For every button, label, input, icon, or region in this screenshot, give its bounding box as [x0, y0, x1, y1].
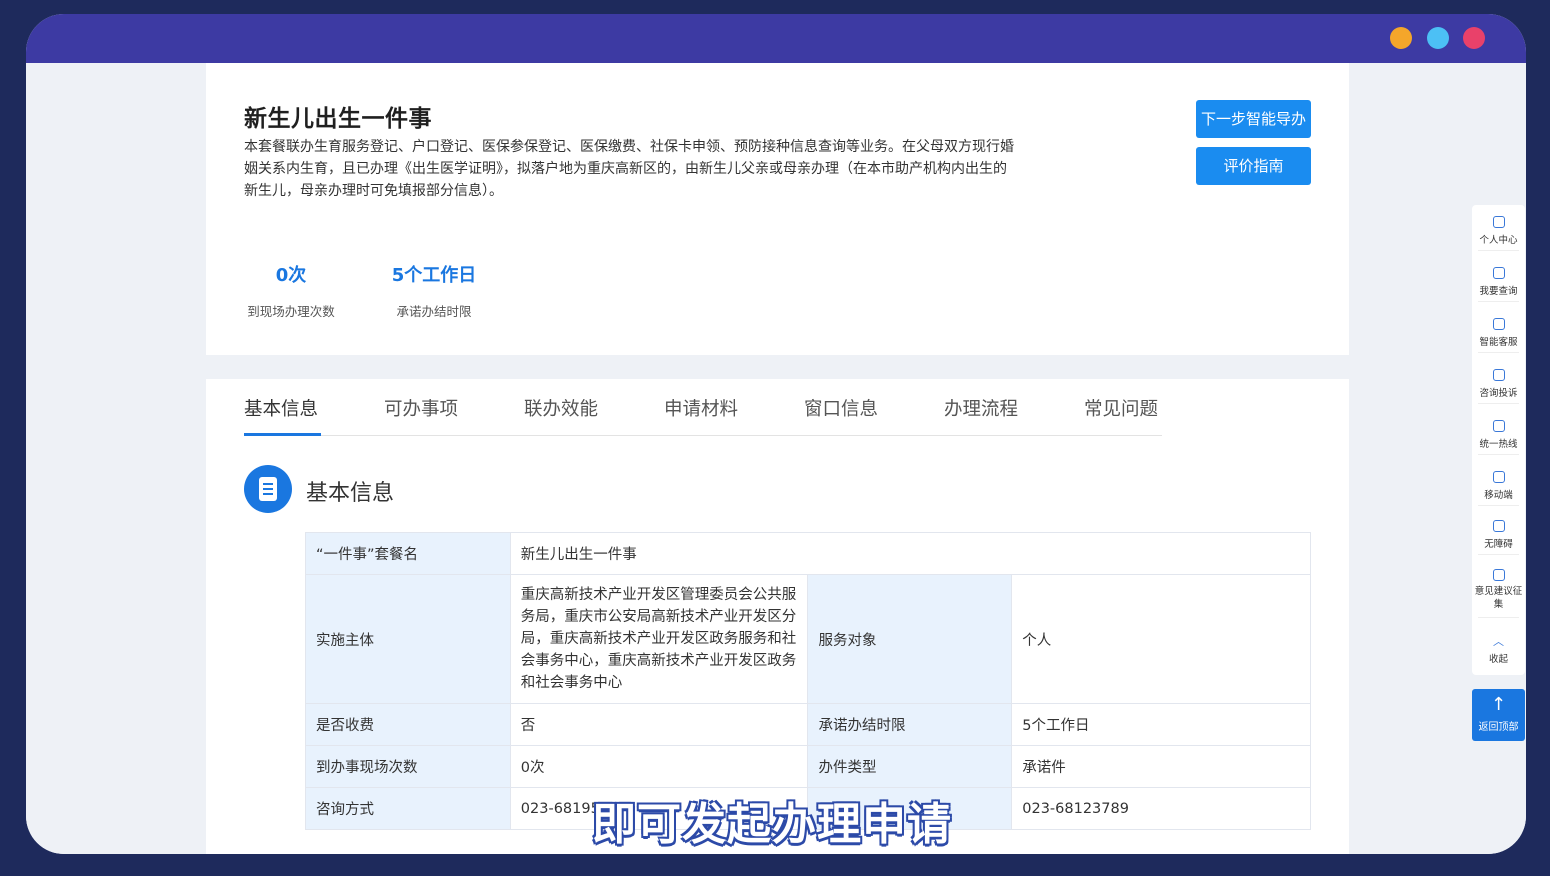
deadline-value: 5个工作日	[1011, 703, 1311, 746]
rail-item-accessibility[interactable]: 无障碍	[1472, 520, 1525, 550]
stat-visits-label: 到现场办理次数	[247, 304, 335, 319]
deadline-label: 承诺办结时限	[807, 703, 1013, 746]
rail-item-feedback[interactable]: 意见建议征集	[1472, 569, 1525, 611]
rail-item-query[interactable]: 我要查询	[1472, 267, 1525, 297]
back-to-top-button[interactable]: ↑ 返回顶部	[1472, 689, 1525, 741]
stat-visits: 0次 到现场办理次数	[244, 261, 338, 320]
impl-label: 实施主体	[305, 574, 511, 704]
visits-value: 0次	[509, 745, 809, 788]
visits-label: 到办事现场次数	[305, 745, 511, 788]
video-subtitle: 即可发起办理申请	[592, 799, 952, 850]
tab-joint-efficiency[interactable]: 联办效能	[524, 395, 598, 421]
page-description: 本套餐联办生育服务登记、户口登记、医保参保登记、医保缴费、社保卡申领、预防接种信…	[244, 139, 1014, 199]
rail-item-complaint[interactable]: 咨询投诉	[1472, 369, 1525, 399]
page-title: 新生儿出生一件事	[244, 106, 432, 132]
active-tab-indicator	[244, 433, 321, 436]
detail-card: 基本信息 可办事项 联办效能 申请材料 窗口信息 办理流程 常见问题 基本信息	[206, 379, 1349, 854]
impl-value: 重庆高新技术产业开发区管理委员会公共服务局，重庆市公安局高新技术产业开发区分局，…	[520, 587, 797, 691]
table-row: 到办事现场次数 0次 办件类型 承诺件	[305, 745, 1311, 788]
arrow-up-icon: ↑	[1490, 694, 1507, 715]
page-viewport: 新生儿出生一件事 本套餐联办生育服务登记、户口登记、医保参保登记、医保缴费、社保…	[26, 63, 1526, 854]
fee-label: 是否收费	[305, 703, 511, 746]
tab-bar: 基本信息 可办事项 联办效能 申请材料 窗口信息 办理流程 常见问题	[244, 379, 1162, 436]
basic-info-table: “一件事”套餐名 新生儿出生一件事 实施主体 重庆高新技术产业开发区管理委员会公…	[305, 532, 1312, 830]
target-label: 服务对象	[807, 574, 1013, 704]
stat-deadline-label: 承诺办结时限	[396, 304, 472, 319]
rail-item-hotline[interactable]: 统一热线	[1472, 420, 1525, 450]
chevron-up-icon: ︿	[1493, 635, 1504, 648]
table-row: 实施主体 重庆高新技术产业开发区管理委员会公共服务局，重庆市公安局高新技术产业开…	[305, 574, 1311, 704]
tab-process[interactable]: 办理流程	[944, 395, 1018, 421]
rail-item-collapse[interactable]: ︿ 收起	[1472, 633, 1525, 665]
phone-icon	[1492, 420, 1505, 432]
rail-item-personal-center[interactable]: 个人中心	[1472, 216, 1525, 246]
side-tool-rail: 个人中心 我要查询 智能客服 咨询投诉 统一热线 移动端 无障碍 意见建议征集 …	[1472, 205, 1525, 675]
table-row: “一件事”套餐名 新生儿出生一件事	[305, 532, 1312, 575]
rail-item-mobile[interactable]: 移动端	[1472, 471, 1525, 501]
package-name-label: “一件事”套餐名	[305, 532, 511, 575]
phone-value: 023-68123789	[1011, 787, 1311, 830]
smart-guide-button[interactable]: 下一步智能导办	[1196, 100, 1311, 138]
target-value: 个人	[1011, 574, 1311, 704]
stat-visits-value: 0次	[275, 265, 307, 286]
table-row: 是否收费 否 承诺办结时限 5个工作日	[305, 703, 1311, 746]
tab-materials[interactable]: 申请材料	[664, 395, 738, 421]
accessibility-icon	[1492, 520, 1505, 532]
fee-value: 否	[509, 703, 809, 746]
package-name-value: 新生儿出生一件事	[509, 532, 1312, 575]
user-icon	[1492, 216, 1505, 228]
rail-item-smart-service[interactable]: 智能客服	[1472, 318, 1525, 348]
document-icon	[244, 465, 292, 513]
type-label: 办件类型	[807, 745, 1013, 788]
stat-deadline: 5个工作日 承诺办结时限	[389, 261, 479, 320]
edit-icon	[1492, 369, 1505, 381]
header-card: 新生儿出生一件事 本套餐联办生育服务登记、户口登记、医保参保登记、医保缴费、社保…	[206, 63, 1349, 355]
service-icon	[1492, 318, 1505, 330]
contact-label: 咨询方式	[305, 787, 511, 830]
feedback-icon	[1492, 569, 1505, 581]
tab-faq[interactable]: 常见问题	[1084, 395, 1158, 421]
close-dot-icon[interactable]	[1463, 27, 1485, 49]
browser-window: 新生儿出生一件事 本套餐联办生育服务登记、户口登记、医保参保登记、医保缴费、社保…	[26, 14, 1526, 854]
search-list-icon	[1492, 267, 1505, 279]
minimize-dot-icon[interactable]	[1390, 27, 1412, 49]
tab-available-items[interactable]: 可办事项	[384, 395, 458, 421]
tab-basic-info[interactable]: 基本信息	[244, 395, 318, 421]
section-title: 基本信息	[306, 481, 395, 506]
mobile-icon	[1492, 471, 1505, 483]
tab-window-info[interactable]: 窗口信息	[804, 395, 878, 421]
title-bar	[26, 14, 1526, 63]
maximize-dot-icon[interactable]	[1427, 27, 1449, 49]
evaluation-guide-button[interactable]: 评价指南	[1196, 147, 1311, 185]
type-value: 承诺件	[1011, 745, 1311, 788]
stat-deadline-value: 5个工作日	[391, 265, 477, 286]
